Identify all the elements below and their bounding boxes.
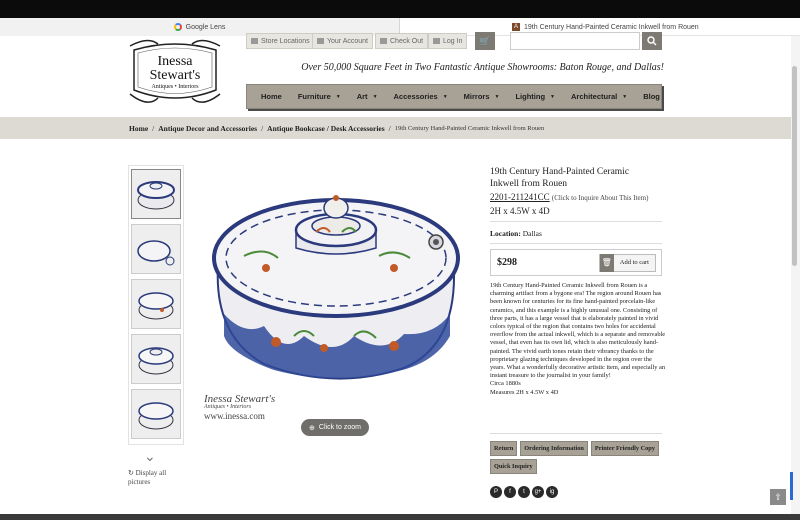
blue-edge-marker <box>790 472 793 500</box>
nav-furniture[interactable]: Furniture ▼ <box>290 92 349 101</box>
product-title: 19th Century Hand-Painted Ceramic Inkwel… <box>490 167 630 189</box>
twitter-icon[interactable]: t <box>518 486 530 498</box>
site-logo[interactable]: Inessa Stewart's Antiques • Interiors <box>128 36 222 108</box>
main-nav: Home Furniture ▼ Art ▼ Accessories ▼ Mirror… <box>246 84 662 109</box>
store-locations-link[interactable]: Store Locations <box>246 33 315 49</box>
nav-architectural[interactable]: Architectural ▼ <box>563 92 635 101</box>
store-icon <box>251 38 258 44</box>
click-to-zoom-button[interactable]: ⊕ Click to zoom <box>301 419 369 436</box>
facebook-icon[interactable]: f <box>504 486 516 498</box>
svg-text:Inessa: Inessa <box>158 54 194 69</box>
svg-text:Stewart's: Stewart's <box>150 68 201 83</box>
lock-icon <box>433 38 440 44</box>
back-to-top-button[interactable]: ⇧ <box>770 489 786 505</box>
google-plus-icon[interactable]: g+ <box>532 486 544 498</box>
caret-down-icon: ▼ <box>494 93 500 100</box>
quick-inquiry-button[interactable]: Quick Inquiry <box>490 459 537 474</box>
breadcrumb-separator: / <box>152 123 155 133</box>
thumbnail[interactable] <box>131 169 181 219</box>
browser-top-bar <box>0 0 800 18</box>
instagram-icon[interactable]: ig <box>546 486 558 498</box>
nav-lighting[interactable]: Lighting ▼ <box>507 92 563 101</box>
add-to-cart-button[interactable]: 🗑 Add to cart <box>598 253 656 272</box>
log-in-link[interactable]: Log In <box>428 33 468 49</box>
caret-down-icon: ▼ <box>622 93 628 100</box>
image-watermark: Inessa Stewart's Antiques • Interiors ww… <box>204 393 276 421</box>
chevron-down-icon[interactable]: ⌄ <box>144 449 156 466</box>
caret-down-icon: ▼ <box>335 93 341 100</box>
check-out-link[interactable]: Check Out <box>375 33 429 49</box>
cart-icon: 🛒 <box>479 35 491 46</box>
ordering-information-button[interactable]: Ordering Information <box>520 441 588 456</box>
nav-home[interactable]: Home <box>253 92 290 101</box>
product-main-image[interactable] <box>204 186 466 404</box>
thumbnail-list <box>128 165 184 445</box>
google-icon <box>173 23 182 31</box>
divider <box>490 243 662 244</box>
nav-blog[interactable]: Blog <box>635 92 668 101</box>
return-button[interactable]: Return <box>490 441 518 456</box>
search-icon <box>647 36 657 46</box>
caret-down-icon: ▼ <box>372 93 378 100</box>
caret-down-icon: ▼ <box>550 93 555 100</box>
search-button[interactable] <box>642 32 662 50</box>
breadcrumb: Home / Antique Decor and Accessories / Ant… <box>0 117 800 139</box>
footer-bar <box>0 514 800 520</box>
divider <box>490 221 662 222</box>
inquire-note[interactable]: (Click to Inquire About This Item) <box>552 194 649 202</box>
cart-icon: 🗑 <box>599 253 614 272</box>
breadcrumb-separator: / <box>388 123 391 133</box>
social-links: P f t g+ ig <box>490 486 558 498</box>
price-box: $298 🗑 Add to cart <box>490 249 662 276</box>
tab-title: 19th Century Hand-Painted Ceramic Inkwel… <box>524 23 699 31</box>
svg-text:Antiques • Interiors: Antiques • Interiors <box>151 84 199 90</box>
breadcrumb-desk-accessories[interactable]: Antique Bookcase / Desk Accessories <box>267 124 385 133</box>
caret-down-icon: ▼ <box>442 93 448 100</box>
user-icon <box>317 38 324 44</box>
display-all-pictures-link[interactable]: ↻ Display all pictures <box>128 469 188 487</box>
divider <box>490 433 662 434</box>
zoom-icon: ⊕ <box>309 424 315 432</box>
product-dimensions: 2H x 4.5W x 4D <box>490 206 550 216</box>
refresh-icon: ↻ <box>128 469 134 477</box>
thumbnail[interactable] <box>131 224 181 274</box>
breadcrumb-separator: / <box>261 123 264 133</box>
printer-friendly-button[interactable]: Printer Friendly Copy <box>590 441 659 456</box>
product-location: Location: Dallas <box>490 229 542 238</box>
nav-mirrors[interactable]: Mirrors ▼ <box>456 92 508 101</box>
thumbnail[interactable] <box>131 389 181 439</box>
breadcrumb-current: 19th Century Hand-Painted Ceramic Inkwel… <box>394 124 545 132</box>
thumbnail[interactable] <box>131 334 181 384</box>
sku-link[interactable]: 2201-211241CC <box>490 192 550 202</box>
page-scrollbar[interactable] <box>791 36 800 520</box>
search-input[interactable] <box>510 32 640 50</box>
nav-accessories[interactable]: Accessories ▼ <box>386 92 456 101</box>
cart-button[interactable]: 🛒 <box>475 32 495 50</box>
arrow-up-icon: ⇧ <box>774 491 782 502</box>
product-price: $298 <box>497 257 517 268</box>
your-account-link[interactable]: Your Account <box>312 33 373 49</box>
scrollbar-thumb[interactable] <box>792 66 797 266</box>
product-description: 19th Century Hand-Painted Ceramic Inkwel… <box>490 282 666 396</box>
breadcrumb-home[interactable]: Home <box>129 124 148 133</box>
breadcrumb-decor[interactable]: Antique Decor and Accessories <box>158 124 257 133</box>
product-actions: Return Ordering Information Printer Frie… <box>490 441 670 474</box>
nav-art[interactable]: Art ▼ <box>349 92 386 101</box>
checkout-icon <box>380 38 387 44</box>
header-tagline: Over 50,000 Square Feet in Two Fantastic… <box>301 62 664 73</box>
sku-line: 2201-211241CC (Click to Inquire About Th… <box>490 192 665 202</box>
site-favicon-icon: A <box>512 23 520 31</box>
thumbnail[interactable] <box>131 279 181 329</box>
tab-title: Google Lens <box>185 23 226 31</box>
pinterest-icon[interactable]: P <box>490 486 502 498</box>
